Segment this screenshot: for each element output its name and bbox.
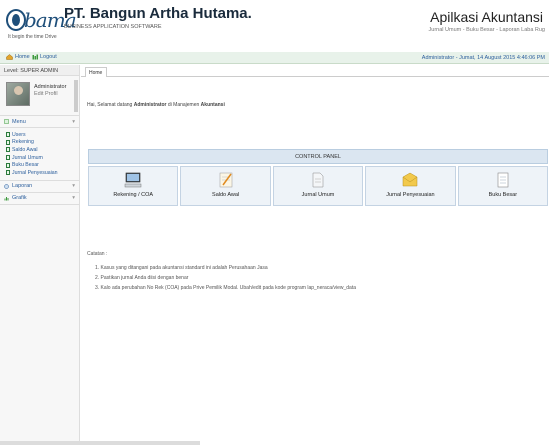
tile-label: Jurnal Penyesuaian <box>386 192 435 198</box>
logout-icon <box>32 54 38 60</box>
welcome-prefix: Hai, Selamat datang <box>87 102 134 108</box>
app-header: bama It begin the time Drive PT. Bangun … <box>0 0 549 52</box>
tab-home[interactable]: Home <box>85 67 107 77</box>
control-panel-tiles: Rekening / COA Saldo Awal Jurnal Umum Ju… <box>88 166 549 206</box>
grafik-section-label: Grafik <box>12 195 27 202</box>
sidebar-item-label: Saldo Awal <box>12 146 38 153</box>
tab-bar: Home <box>81 65 549 77</box>
tile-rekening-coa[interactable]: Rekening / COA <box>88 166 179 206</box>
notepad-icon <box>219 172 232 188</box>
tile-label: Jurnal Umum <box>301 192 335 198</box>
horizontal-scrollbar[interactable] <box>0 441 200 445</box>
sidebar-item-jurnal-penyesuaian[interactable]: Jurnal Penyesuaian <box>6 169 79 177</box>
grafik-section-header[interactable]: Grafik ▾ <box>0 193 79 205</box>
sidebar-item-rekening[interactable]: Rekening <box>6 139 79 147</box>
computer-icon <box>124 172 142 188</box>
welcome-message: Hai, Selamat datang Administrator di Man… <box>87 102 225 108</box>
document-icon <box>6 139 10 145</box>
menu-section-header[interactable]: Menu ▾ <box>0 116 79 128</box>
control-panel: CONTROL PANEL Rekening / COA Saldo Awal <box>88 149 549 211</box>
home-link[interactable]: Home <box>6 54 30 60</box>
note-item: 3. Kalo ada perubahan No Rek (COA) pada … <box>95 285 356 291</box>
chevron-down-icon: ▾ <box>72 118 75 125</box>
tile-label: Buku Besar <box>488 192 518 198</box>
welcome-middle: di Manajemen <box>166 102 201 108</box>
profile-scrollbar[interactable] <box>74 80 78 112</box>
sidebar-item-jurnal-umum[interactable]: Jurnal Umum <box>6 154 79 162</box>
logout-link[interactable]: Logout <box>32 54 57 60</box>
sidebar-item-label: Users <box>12 131 26 138</box>
document-icon <box>6 170 10 176</box>
tile-label: Saldo Awal <box>212 192 240 198</box>
tile-saldo-awal[interactable]: Saldo Awal <box>180 166 271 206</box>
tile-buku-besar[interactable]: Buku Besar <box>457 166 549 206</box>
document-icon <box>6 132 10 138</box>
logout-link-label: Logout <box>40 54 57 60</box>
app-title: Apilkasi Akuntansi <box>430 9 543 25</box>
envelope-icon <box>403 172 418 187</box>
welcome-user: Administrator <box>133 102 167 108</box>
user-level: Level: SUPER ADMIN <box>0 65 79 76</box>
logo-tagline: It begin the time Drive <box>8 34 57 40</box>
sidebar-item-label: Buku Besar <box>12 162 39 169</box>
document-icon <box>6 162 10 168</box>
main-content: Home Hai, Selamat datang Administrator d… <box>81 65 549 445</box>
sidebar-item-label: Jurnal Penyesuaian <box>12 169 58 176</box>
company-name: PT. Bangun Artha Hutama. <box>64 5 252 22</box>
report-icon <box>4 183 9 189</box>
document-icon <box>6 155 10 161</box>
laporan-section-header[interactable]: Laporan ▾ <box>0 181 79 193</box>
edit-profile-link[interactable]: Edit Profil <box>34 91 58 97</box>
sidebar-item-saldo-awal[interactable]: Saldo Awal <box>6 146 79 154</box>
tile-jurnal-penyesuaian[interactable]: Jurnal Penyesuaian <box>365 166 456 206</box>
sidebar-item-label: Jurnal Umum <box>12 154 43 161</box>
welcome-app: Akuntansi <box>200 102 225 108</box>
profile-box: Administrator Edit Profil <box>0 76 79 116</box>
sidebar-item-users[interactable]: Users <box>6 131 79 139</box>
document-icon <box>6 147 10 153</box>
chevron-down-icon: ▾ <box>72 195 75 202</box>
notebook-icon <box>497 172 509 188</box>
note-item: 2. Pastikan jurnal Anda diisi dengan ben… <box>95 275 189 281</box>
company-subtitle: BUSINESS APPLICATION SOFTWARE <box>64 24 162 30</box>
sidebar-item-buku-besar[interactable]: Buku Besar <box>6 161 79 169</box>
note-item: 1. Kasus yang ditangani pada akuntansi s… <box>95 265 268 271</box>
document-icon <box>312 172 324 188</box>
user-datetime-info: Administrator - Jumat, 14 August 2015 4:… <box>421 54 545 61</box>
notes-section: Catatan : 1. Kasus yang ditangani pada a… <box>87 251 537 295</box>
menu-section-label: Menu <box>12 118 26 125</box>
notes-title: Catatan : <box>87 251 108 257</box>
laporan-section-label: Laporan <box>12 183 33 190</box>
tile-label: Rekening / COA <box>113 192 154 198</box>
top-navbar: Home Logout Administrator - Jumat, 14 Au… <box>0 52 549 64</box>
home-icon <box>6 54 13 60</box>
sidebar: Level: SUPER ADMIN Administrator Edit Pr… <box>0 65 80 445</box>
tile-jurnal-umum[interactable]: Jurnal Umum <box>272 166 364 206</box>
chart-icon <box>4 196 9 201</box>
menu-list: Users Rekening Saldo Awal Jurnal Umum Bu… <box>0 128 79 181</box>
profile-name: Administrator <box>34 84 67 90</box>
control-panel-title: CONTROL PANEL <box>88 149 548 164</box>
avatar <box>6 82 30 106</box>
chevron-down-icon: ▾ <box>72 183 75 190</box>
app-subtitle: Jurnal Umum - Buku Besar - Laporan Laba … <box>428 27 545 33</box>
menu-icon <box>4 119 9 124</box>
sidebar-item-label: Rekening <box>12 139 34 146</box>
home-link-label: Home <box>15 54 30 60</box>
